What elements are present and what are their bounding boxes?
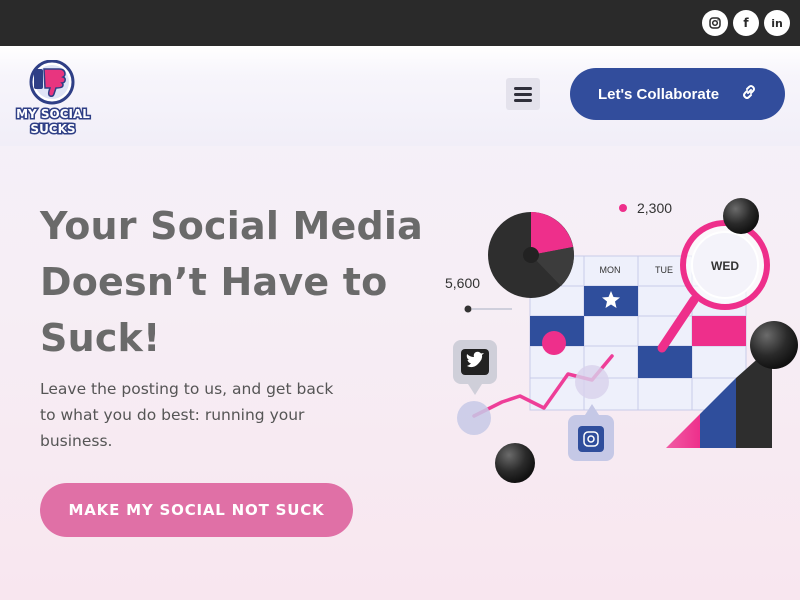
logo-text-line1: MY SOCIAL — [16, 107, 90, 121]
logo-text-line2: SUCKS — [30, 122, 75, 136]
make-my-social-not-suck-button[interactable]: MAKE MY SOCIAL NOT SUCK — [40, 483, 353, 537]
hamburger-icon — [514, 86, 532, 90]
cta-label: MAKE MY SOCIAL NOT SUCK — [68, 501, 325, 519]
top-bar: f in — [0, 0, 800, 46]
hero-subtext: Leave the posting to us, and get back to… — [40, 380, 334, 450]
day-mon: MON — [600, 265, 621, 275]
day-tue: TUE — [655, 265, 673, 275]
stat-left: 5,600 — [445, 275, 480, 291]
instagram-icon[interactable] — [702, 10, 728, 36]
hero-headline: Your Social Media Doesn’t Have to Suck! — [40, 198, 460, 366]
linkedin-icon[interactable]: in — [764, 10, 790, 36]
headline-line-3: Suck! — [40, 316, 161, 360]
menu-toggle-button[interactable] — [506, 78, 540, 110]
pie-chart — [488, 212, 574, 298]
hero-illustration: MON TUE 2,300 5,600 WED — [440, 190, 800, 490]
site-logo[interactable]: MY SOCIAL SUCKS — [14, 59, 92, 138]
twitter-icon — [453, 340, 497, 395]
lets-collaborate-button[interactable]: Let's Collaborate — [570, 68, 785, 120]
link-icon — [741, 84, 757, 104]
headline-line-1: Your Social Media — [40, 204, 423, 248]
stat-top-dot — [619, 204, 627, 212]
stat-top: 2,300 — [637, 200, 672, 216]
day-wed: WED — [711, 259, 739, 273]
facebook-icon[interactable]: f — [733, 10, 759, 36]
headline-line-2: Doesn’t Have to — [40, 260, 388, 304]
collaborate-label: Let's Collaborate — [597, 85, 720, 103]
instagram-bubble-icon — [568, 404, 614, 461]
